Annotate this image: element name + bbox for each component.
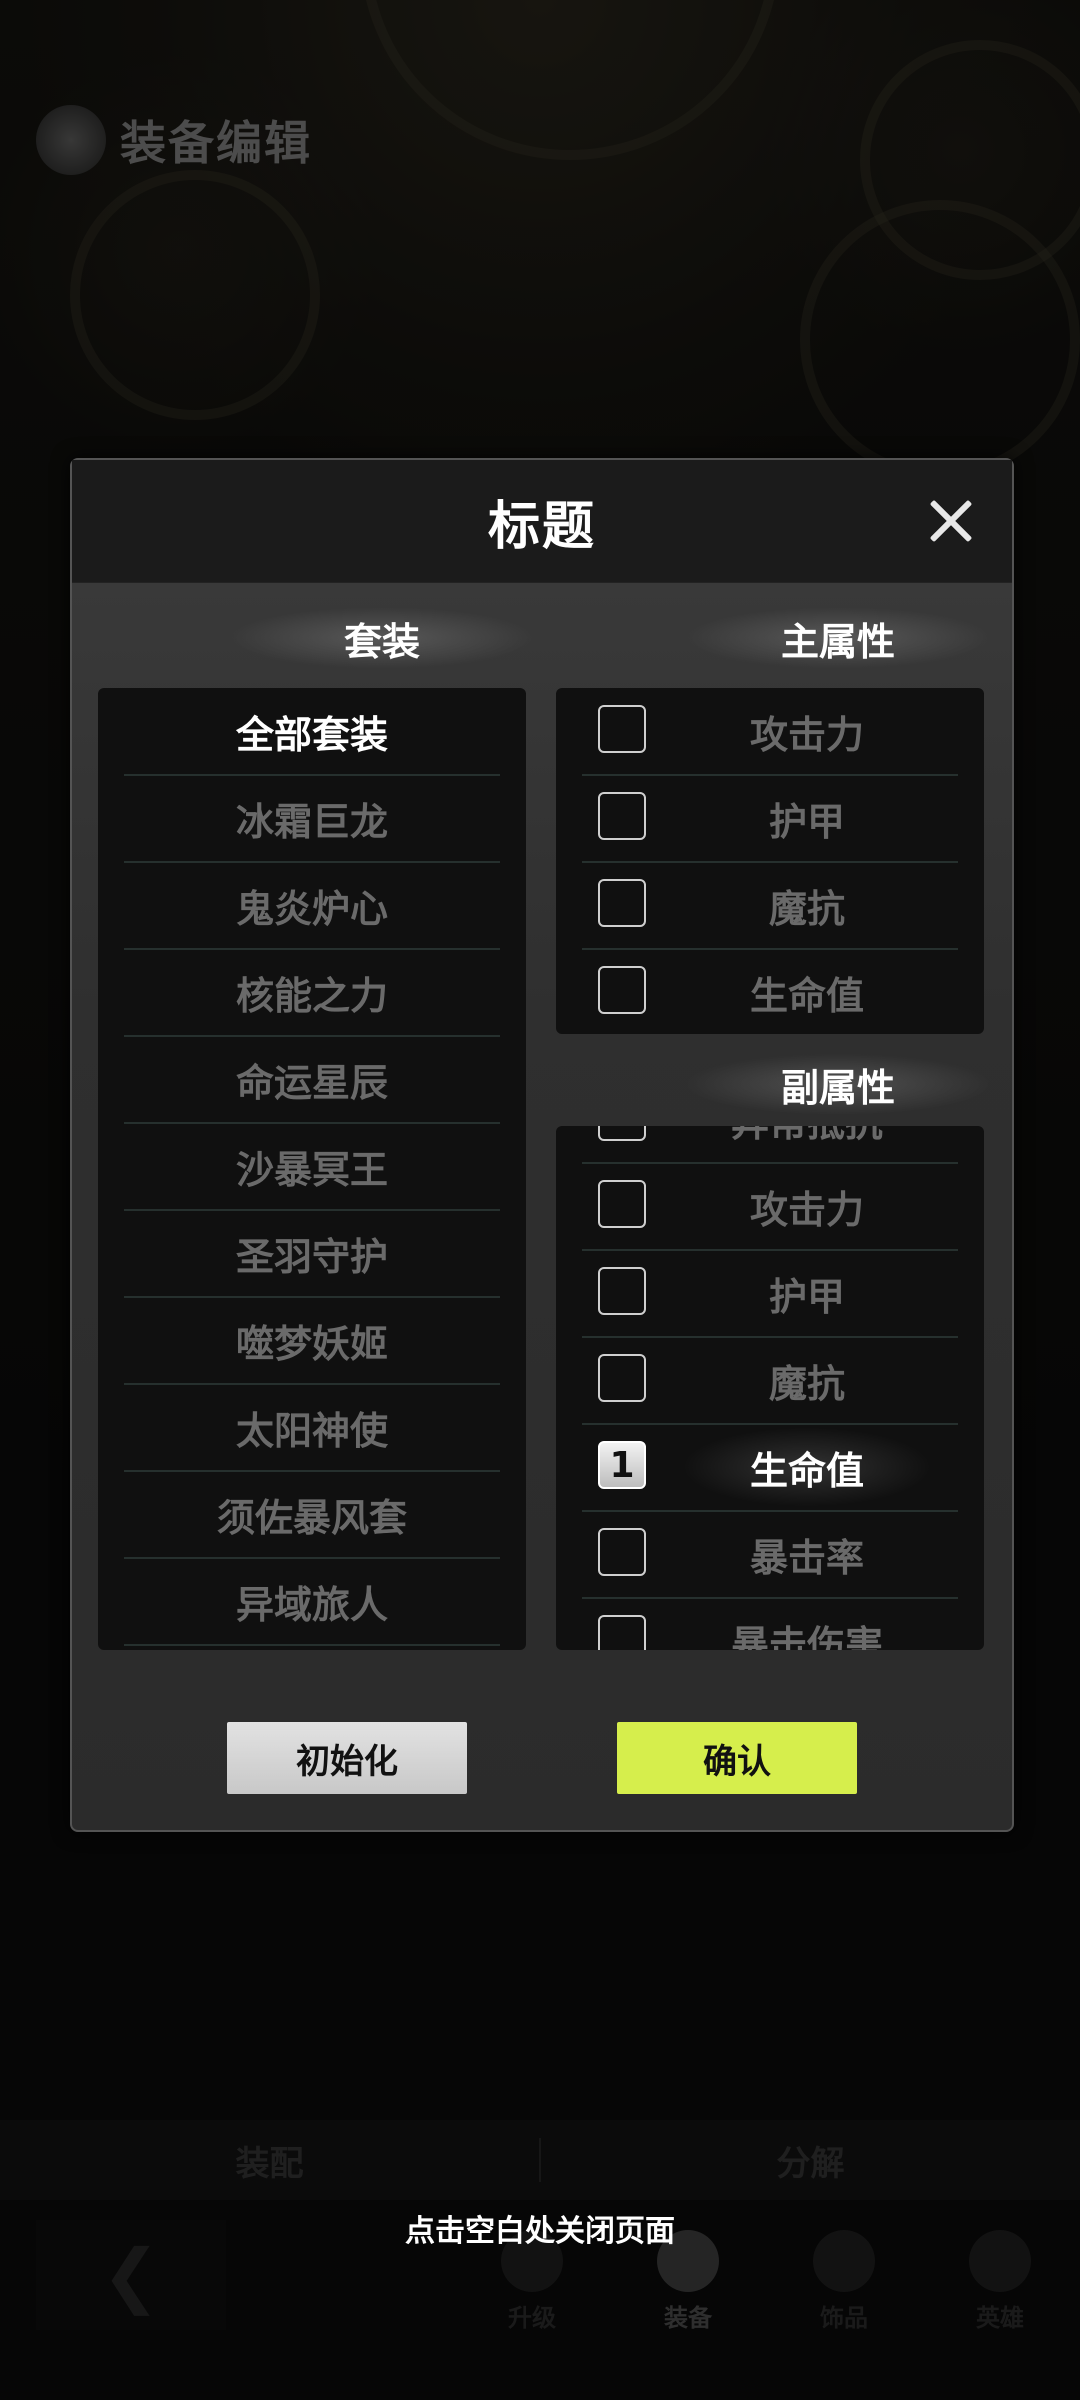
sub-attr-row[interactable]: 暴击率 bbox=[582, 1511, 958, 1599]
attr-checkbox[interactable] bbox=[598, 705, 646, 753]
attr-label: 生命值 bbox=[672, 1424, 942, 1510]
sub-attr-heading: 副属性 bbox=[688, 1054, 988, 1114]
confirm-button[interactable]: 确认 bbox=[617, 1722, 857, 1794]
sub-attr-row[interactable]: 异常抵抗 bbox=[582, 1126, 958, 1164]
attr-label: 异常抵抗 bbox=[672, 1126, 942, 1162]
attr-label: 暴击率 bbox=[749, 1535, 864, 1580]
set-item[interactable]: 冰霜巨龙 bbox=[124, 775, 500, 863]
filter-modal: 标题 套装 全部套装 冰霜巨龙 鬼炎炉心 核能之力 命运星辰 沙暴冥王 圣羽守护… bbox=[70, 458, 1014, 1832]
attr-label: 暴击伤害 bbox=[730, 1622, 883, 1651]
attr-checkbox[interactable] bbox=[598, 1615, 646, 1650]
reset-button[interactable]: 初始化 bbox=[227, 1722, 467, 1794]
attr-checkbox[interactable] bbox=[598, 792, 646, 840]
sub-attr-row[interactable]: 护甲 bbox=[582, 1250, 958, 1338]
sub-attr-row[interactable]: 魔抗 bbox=[582, 1337, 958, 1425]
attr-checkbox[interactable] bbox=[598, 879, 646, 927]
attr-label: 攻击力 bbox=[749, 712, 864, 757]
set-item[interactable]: 鬼炎炉心 bbox=[124, 862, 500, 950]
sub-attr-row[interactable]: 攻击力 bbox=[582, 1163, 958, 1251]
set-item[interactable]: 异域旅人 bbox=[124, 1558, 500, 1646]
main-attr-list: 攻击力 护甲 魔抗 生命值 bbox=[556, 688, 984, 1034]
modal-header: 标题 bbox=[72, 460, 1012, 583]
attr-label: 护甲 bbox=[768, 799, 845, 844]
attr-checkbox[interactable] bbox=[598, 1528, 646, 1576]
attr-label: 护甲 bbox=[768, 1274, 845, 1319]
main-attr-row[interactable]: 魔抗 bbox=[582, 862, 958, 950]
attr-label: 生命值 bbox=[749, 973, 864, 1018]
attr-checkbox[interactable] bbox=[598, 1354, 646, 1402]
attr-checkbox[interactable] bbox=[598, 1126, 646, 1141]
attr-checkbox[interactable] bbox=[598, 1267, 646, 1315]
attr-label: 魔抗 bbox=[768, 886, 845, 931]
attr-checkbox-checked[interactable]: 1 bbox=[598, 1441, 646, 1489]
set-item[interactable]: 圣羽守护 bbox=[124, 1210, 500, 1298]
set-item[interactable]: 命运星辰 bbox=[124, 1036, 500, 1124]
set-heading: 套装 bbox=[232, 608, 532, 668]
sub-attr-list: 异常抵抗 攻击力 护甲 魔抗 1 生命值 暴击率 暴击伤害 bbox=[556, 1126, 984, 1650]
set-item[interactable]: 核能之力 bbox=[124, 949, 500, 1037]
main-attr-row[interactable]: 护甲 bbox=[582, 775, 958, 863]
attr-checkbox[interactable] bbox=[598, 966, 646, 1014]
sub-attr-row[interactable]: 暴击伤害 bbox=[582, 1598, 958, 1650]
set-item-all[interactable]: 全部套装 bbox=[124, 688, 500, 776]
attr-label: 攻击力 bbox=[749, 1187, 864, 1232]
sub-attr-row-selected[interactable]: 1 生命值 bbox=[582, 1424, 958, 1512]
set-list: 全部套装 冰霜巨龙 鬼炎炉心 核能之力 命运星辰 沙暴冥王 圣羽守护 噬梦妖姬 … bbox=[98, 688, 526, 1650]
modal-title: 标题 bbox=[487, 496, 596, 557]
main-attr-row[interactable]: 攻击力 bbox=[582, 688, 958, 776]
close-icon[interactable] bbox=[926, 496, 976, 546]
set-item[interactable]: 太阳神使 bbox=[124, 1384, 500, 1472]
set-item[interactable]: 沙暴冥王 bbox=[124, 1123, 500, 1211]
attr-checkbox[interactable] bbox=[598, 1180, 646, 1228]
close-hint: 点击空白处关闭页面 bbox=[405, 2214, 675, 2249]
attr-label: 魔抗 bbox=[768, 1361, 845, 1406]
set-item[interactable]: 噬梦妖姬 bbox=[124, 1297, 500, 1385]
main-attr-row[interactable]: 生命值 bbox=[582, 949, 958, 1034]
main-attr-heading: 主属性 bbox=[688, 608, 988, 668]
set-item[interactable]: 须佐暴风套 bbox=[124, 1471, 500, 1559]
